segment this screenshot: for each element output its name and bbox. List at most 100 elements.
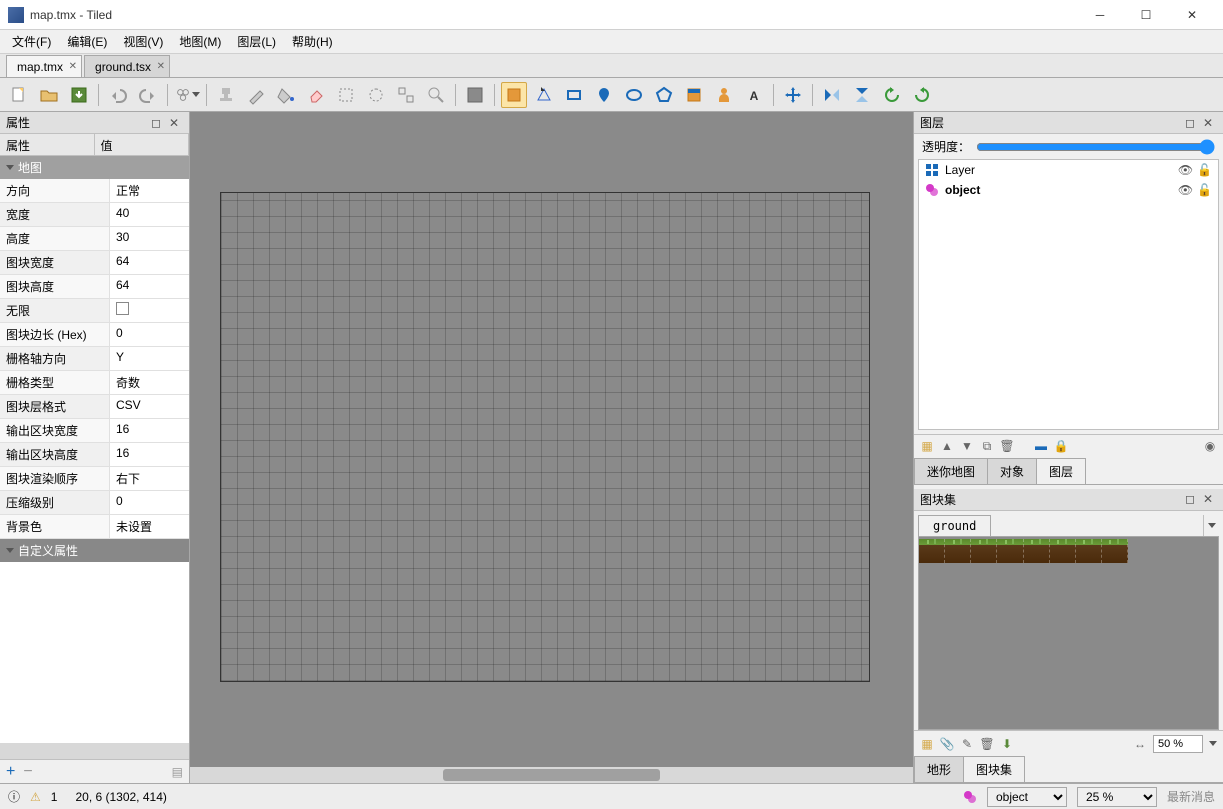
property-value[interactable]: 0 <box>110 323 189 346</box>
property-value[interactable]: 奇数 <box>110 371 189 394</box>
move-down-button[interactable]: ▼ <box>960 439 974 453</box>
property-value[interactable] <box>110 299 189 322</box>
canvas-scroll[interactable] <box>190 112 913 767</box>
open-file-button[interactable] <box>36 82 62 108</box>
undo-button[interactable] <box>105 82 131 108</box>
insert-tile-button[interactable] <box>681 82 707 108</box>
property-group-custom[interactable]: 自定义属性 <box>0 539 189 562</box>
insert-rectangle-button[interactable] <box>561 82 587 108</box>
layer-tile[interactable]: Layer 👁🔓 <box>919 160 1218 180</box>
insert-polygon-button[interactable] <box>651 82 677 108</box>
scroll-thumb[interactable] <box>443 769 660 781</box>
property-group-map[interactable]: 地图 <box>0 156 189 179</box>
layers-options-button[interactable]: ◉ <box>1203 439 1217 453</box>
property-row[interactable]: 图块渲染顺序右下 <box>0 467 189 491</box>
property-value[interactable]: 30 <box>110 227 189 250</box>
canvas-hscroll[interactable] <box>190 767 913 783</box>
move-up-button[interactable]: ▲ <box>940 439 954 453</box>
menu-map[interactable]: 地图(M) <box>173 31 227 52</box>
tile[interactable] <box>1102 539 1128 563</box>
minimize-button[interactable]: ─ <box>1077 0 1123 30</box>
news-button[interactable]: 最新消息 <box>1167 788 1215 805</box>
tileset-view[interactable] <box>918 537 1219 731</box>
maximize-button[interactable]: ☐ <box>1123 0 1169 30</box>
property-row[interactable]: 图块高度64 <box>0 275 189 299</box>
stamp-button[interactable] <box>213 82 239 108</box>
tile[interactable] <box>945 539 971 563</box>
close-panel-icon[interactable]: ✕ <box>1203 116 1217 130</box>
property-value[interactable]: 0 <box>110 491 189 514</box>
flip-h-button[interactable] <box>819 82 845 108</box>
tab-map[interactable]: map.tmx✕ <box>6 55 82 77</box>
tile[interactable] <box>1076 539 1102 563</box>
tab-close-icon[interactable]: ✕ <box>69 61 77 72</box>
new-tileset-button[interactable]: ▦ <box>920 737 934 751</box>
edit-polygons-button[interactable] <box>531 82 557 108</box>
duplicate-layer-button[interactable]: ⧉ <box>980 439 994 453</box>
menu-file[interactable]: 文件(F) <box>6 31 57 52</box>
property-value[interactable]: Y <box>110 347 189 370</box>
property-value[interactable]: 16 <box>110 419 189 442</box>
magic-wand-button[interactable] <box>363 82 389 108</box>
rotate-right-button[interactable] <box>909 82 935 108</box>
tileset-dropdown[interactable] <box>1203 515 1219 536</box>
tile[interactable] <box>919 539 945 563</box>
toggle-other-button[interactable]: ▬ <box>1034 439 1048 453</box>
embed-tileset-button[interactable]: 📎 <box>940 737 954 751</box>
tab-ground[interactable]: ground.tsx✕ <box>84 55 170 77</box>
detach-icon[interactable]: ◻ <box>1185 116 1199 130</box>
menu-view[interactable]: 视图(V) <box>117 31 169 52</box>
tile[interactable] <box>1024 539 1050 563</box>
tab-minimap[interactable]: 迷你地图 <box>914 458 988 484</box>
checkbox[interactable] <box>116 302 129 315</box>
terrain-brush-button[interactable] <box>243 82 269 108</box>
errors-icon[interactable]: ⓘ <box>8 788 20 805</box>
command-button[interactable] <box>174 82 200 108</box>
layer-object[interactable]: object 👁🔓 <box>919 180 1218 200</box>
tab-layers[interactable]: 图层 <box>1036 458 1086 484</box>
properties-hscroll[interactable] <box>0 743 189 759</box>
property-row[interactable]: 图块层格式CSV <box>0 395 189 419</box>
insert-point-button[interactable] <box>591 82 617 108</box>
menu-layer[interactable]: 图层(L) <box>231 31 282 52</box>
tile[interactable] <box>997 539 1023 563</box>
property-value[interactable]: 64 <box>110 275 189 298</box>
tile[interactable] <box>1050 539 1076 563</box>
dynamic-wrap-button[interactable]: ↔ <box>1133 737 1147 751</box>
redo-button[interactable] <box>135 82 161 108</box>
save-button[interactable] <box>66 82 92 108</box>
lock-layers-button[interactable]: 🔒 <box>1054 439 1068 453</box>
move-button[interactable] <box>780 82 806 108</box>
close-button[interactable]: ✕ <box>1169 0 1215 30</box>
property-value[interactable]: 未设置 <box>110 515 189 538</box>
insert-text-button[interactable]: A <box>741 82 767 108</box>
property-value[interactable]: 64 <box>110 251 189 274</box>
layer-highlight-button[interactable] <box>462 82 488 108</box>
property-row[interactable]: 背景色未设置 <box>0 515 189 539</box>
tab-terrain[interactable]: 地形 <box>914 756 964 782</box>
insert-template-button[interactable] <box>711 82 737 108</box>
menu-help[interactable]: 帮助(H) <box>286 31 339 52</box>
property-row[interactable]: 图块边长 (Hex)0 <box>0 323 189 347</box>
menu-edit[interactable]: 编辑(E) <box>61 31 113 52</box>
property-row[interactable]: 无限 <box>0 299 189 323</box>
zoom-button[interactable] <box>423 82 449 108</box>
detach-icon[interactable]: ◻ <box>1185 492 1199 506</box>
rotate-left-button[interactable] <box>879 82 905 108</box>
map-grid[interactable] <box>220 192 870 682</box>
opacity-slider[interactable] <box>976 139 1215 155</box>
zoom-select[interactable]: 25 % <box>1077 787 1157 807</box>
tile[interactable] <box>971 539 997 563</box>
tileset-tab-ground[interactable]: ground <box>918 515 991 536</box>
delete-tileset-button[interactable]: 🗑 <box>980 737 994 751</box>
detach-icon[interactable]: ◻ <box>151 116 165 130</box>
eraser-button[interactable] <box>303 82 329 108</box>
property-row[interactable]: 图块宽度64 <box>0 251 189 275</box>
close-panel-icon[interactable]: ✕ <box>1203 492 1217 506</box>
property-row[interactable]: 栅格轴方向Y <box>0 347 189 371</box>
property-row[interactable]: 高度30 <box>0 227 189 251</box>
property-menu-button[interactable]: ▤ <box>172 765 183 779</box>
lock-icon[interactable]: 🔓 <box>1197 183 1212 197</box>
add-property-button[interactable]: + <box>6 763 15 781</box>
property-value[interactable]: CSV <box>110 395 189 418</box>
